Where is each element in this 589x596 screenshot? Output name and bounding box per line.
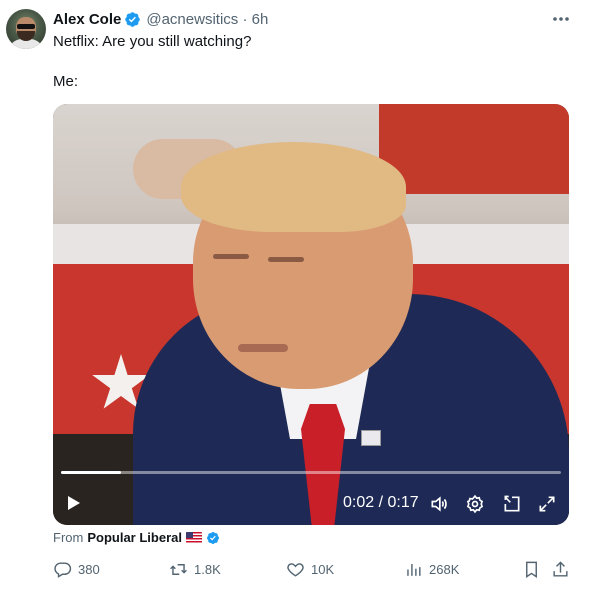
video-duration: 0:17 xyxy=(387,494,419,511)
video-player[interactable]: 0:02 / 0:17 xyxy=(53,104,569,525)
reply-count: 380 xyxy=(78,562,100,577)
header-separator: · xyxy=(238,11,251,28)
volume-icon[interactable] xyxy=(429,494,449,514)
video-time: 0:02 / 0:17 xyxy=(343,494,419,512)
bookmark-button[interactable] xyxy=(522,560,547,579)
author-name[interactable]: Alex Cole xyxy=(53,11,121,28)
reply-button[interactable]: 380 xyxy=(53,560,100,579)
play-icon[interactable] xyxy=(67,495,81,511)
source-prefix: From xyxy=(53,530,84,545)
video-frame xyxy=(53,104,569,525)
repost-count: 1.8K xyxy=(194,562,221,577)
tweet-text: Netflix: Are you still watching? Me: xyxy=(53,32,251,92)
us-flag-icon xyxy=(185,532,202,543)
video-progress-fill xyxy=(61,471,121,474)
views-button[interactable]: 268K xyxy=(404,560,459,579)
share-icon xyxy=(553,561,568,577)
tweet-header: Alex Cole @acnewsitics · 6h xyxy=(53,9,268,29)
like-button[interactable]: 10K xyxy=(286,560,334,579)
source-name[interactable]: Popular Liberal xyxy=(87,530,182,545)
share-button[interactable] xyxy=(551,560,576,579)
like-count: 10K xyxy=(311,562,335,577)
tweet-actions: 380 1.8K 10K 268K xyxy=(53,560,573,580)
tweet-text-line2: Me: xyxy=(53,73,79,90)
source-verified-badge-icon xyxy=(206,531,220,545)
source-attribution: From Popular Liberal xyxy=(53,530,220,545)
more-icon[interactable] xyxy=(551,11,571,27)
repost-button[interactable]: 1.8K xyxy=(169,560,221,579)
settings-icon[interactable] xyxy=(465,494,485,514)
views-icon xyxy=(407,563,421,576)
verified-badge-icon xyxy=(124,11,141,28)
video-progress-bar[interactable] xyxy=(61,471,561,474)
video-current-time: 0:02 xyxy=(343,494,375,511)
reply-icon xyxy=(54,562,72,578)
pip-icon[interactable] xyxy=(502,494,522,514)
tweet-time[interactable]: 6h xyxy=(252,11,269,28)
like-icon xyxy=(287,563,304,577)
separator-dot: · xyxy=(242,10,248,28)
view-count: 268K xyxy=(429,562,460,577)
author-avatar[interactable] xyxy=(6,9,46,49)
video-time-divider: / xyxy=(378,494,384,511)
avatar-glasses xyxy=(17,24,35,29)
fullscreen-icon[interactable] xyxy=(537,494,557,514)
bookmark-icon xyxy=(526,561,537,578)
author-handle[interactable]: @acnewsitics xyxy=(146,11,238,28)
tweet-text-line1: Netflix: Are you still watching? xyxy=(53,33,252,50)
repost-icon xyxy=(170,564,187,575)
